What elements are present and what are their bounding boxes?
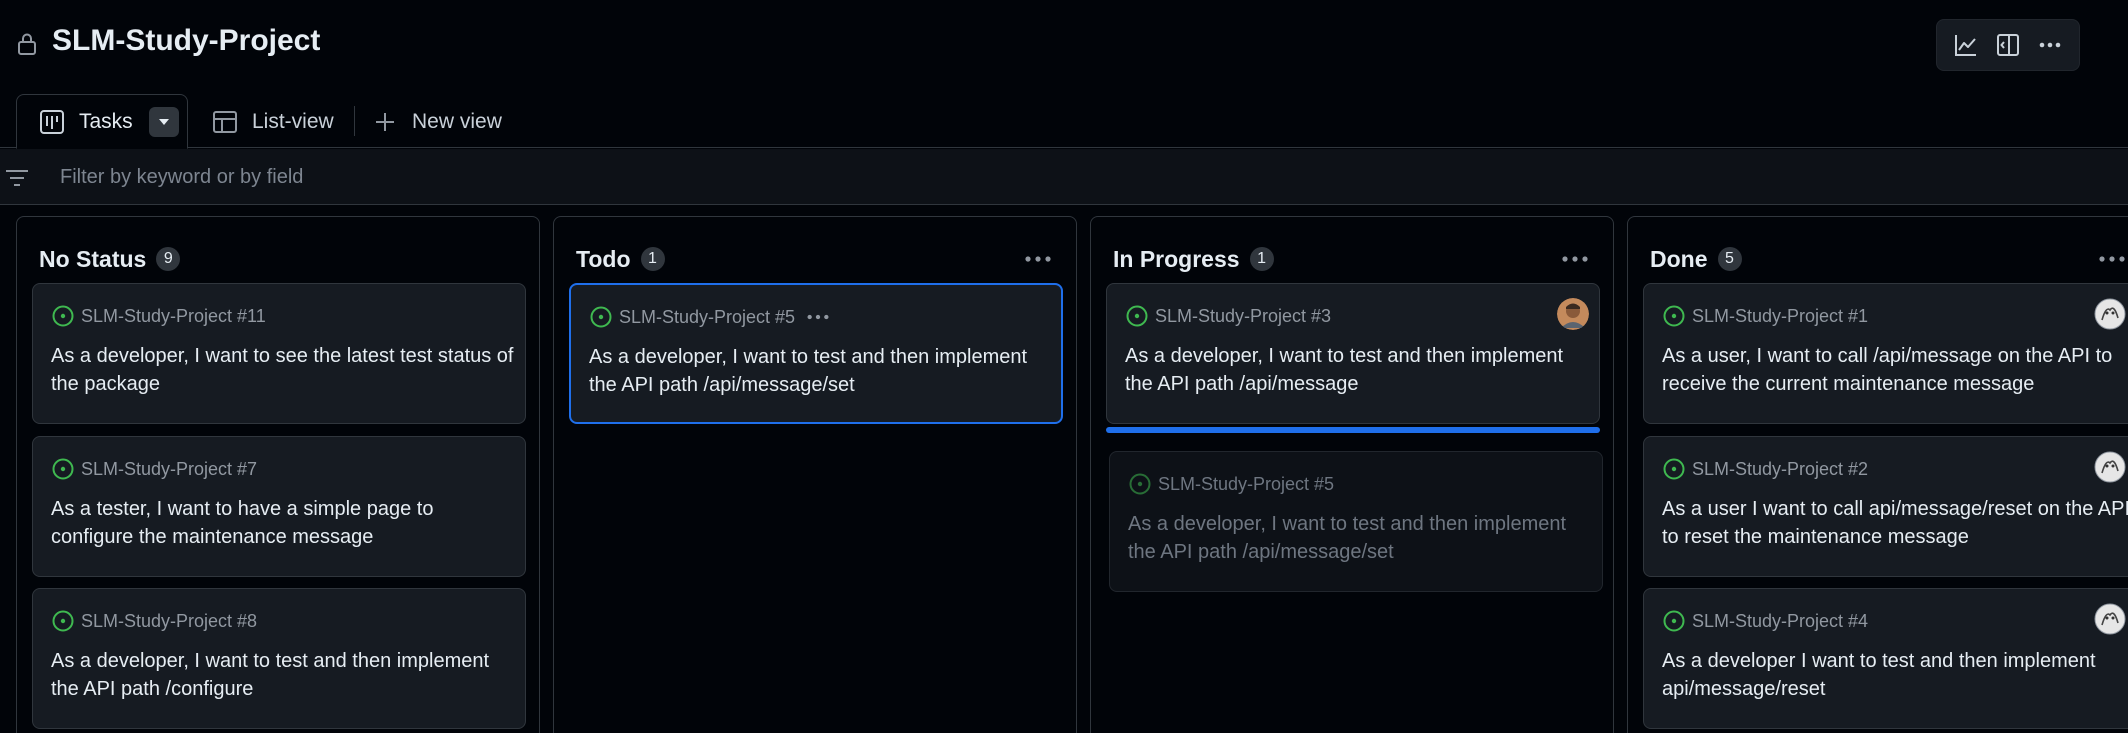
card-reference[interactable]: SLM-Study-Project #2: [1692, 457, 1868, 481]
card-menu-icon[interactable]: [803, 305, 833, 329]
tab-list-view[interactable]: List-view: [212, 94, 334, 149]
column-count-badge: 1: [1249, 247, 1274, 271]
table-icon: [212, 109, 238, 135]
card-reference[interactable]: SLM-Study-Project #11: [81, 304, 266, 328]
tab-tasks[interactable]: Tasks: [16, 94, 188, 149]
column-header: Done 5: [1650, 241, 2128, 277]
dragged-card-preview: SLM-Study-Project #5 As a developer, I w…: [1109, 451, 1603, 592]
open-issue-icon: [51, 304, 75, 328]
board-card[interactable]: SLM-Study-Project #3 As a developer, I w…: [1106, 283, 1600, 424]
column-menu-icon[interactable]: [2094, 245, 2128, 273]
filter-bar: [0, 149, 2128, 205]
column-menu-icon[interactable]: [1557, 245, 1593, 273]
tab-tasks-label: Tasks: [79, 109, 133, 133]
project-header: SLM-Study-Project: [0, 0, 2128, 90]
open-issue-icon: [1128, 472, 1152, 496]
side-panel-button[interactable]: [1990, 27, 2026, 63]
card-title[interactable]: As a developer I want to test and then i…: [1662, 647, 2128, 703]
column-header: Todo 1: [576, 241, 1056, 277]
more-options-icon: [2039, 42, 2061, 48]
card-reference[interactable]: SLM-Study-Project #4: [1692, 609, 1868, 633]
open-issue-icon: [51, 457, 75, 481]
column-title: Todo: [576, 245, 631, 272]
side-panel-icon: [1997, 34, 2019, 56]
column-count-badge: 1: [640, 247, 665, 271]
board-card[interactable]: SLM-Study-Project #7 As a tester, I want…: [32, 436, 526, 577]
column-count-badge: 5: [1717, 247, 1742, 271]
card-reference[interactable]: SLM-Study-Project #5: [619, 305, 795, 329]
card-title[interactable]: As a tester, I want to have a simple pag…: [51, 495, 521, 551]
lock-icon: [18, 33, 36, 55]
board-icon: [39, 109, 65, 135]
project-title: SLM-Study-Project: [52, 24, 321, 57]
column-menu-icon[interactable]: [1020, 245, 1056, 273]
project-board: SLM-Study-Project Tasks List-view New vi…: [0, 0, 2128, 733]
assignee-avatar[interactable]: [1557, 298, 1589, 330]
filter-input[interactable]: [60, 159, 1960, 195]
card-title[interactable]: As a user, I want to call /api/message o…: [1662, 342, 2128, 398]
caret-down-icon: [158, 118, 169, 125]
open-issue-icon: [1125, 304, 1149, 328]
insights-icon: [1955, 35, 1976, 56]
open-issue-icon: [1662, 304, 1686, 328]
card-title[interactable]: As a developer, I want to test and then …: [1125, 342, 1595, 398]
new-view-button[interactable]: New view: [372, 94, 502, 149]
card-title[interactable]: As a user I want to call api/message/res…: [1662, 495, 2128, 551]
open-issue-icon: [589, 305, 613, 329]
tab-list-view-label: List-view: [252, 109, 334, 133]
open-issue-icon: [51, 609, 75, 633]
card-reference[interactable]: SLM-Study-Project #3: [1155, 304, 1331, 328]
drop-indicator: [1106, 427, 1600, 433]
insights-button[interactable]: [1948, 27, 1984, 63]
filter-icon: [6, 170, 28, 186]
assignee-avatar[interactable]: [2094, 298, 2126, 330]
card-title[interactable]: As a developer, I want to test and then …: [589, 343, 1059, 399]
assignee-avatar[interactable]: [2094, 603, 2126, 635]
board-card[interactable]: SLM-Study-Project #4 As a developer I wa…: [1643, 588, 2128, 729]
board-card[interactable]: SLM-Study-Project #2 As a user I want to…: [1643, 436, 2128, 577]
column-no-status: No Status 9 SLM-Study-Project #11 As a d…: [16, 216, 540, 733]
plus-icon: [372, 109, 398, 135]
card-title[interactable]: As a developer, I want to see the latest…: [51, 342, 521, 398]
column-title: No Status: [39, 245, 147, 272]
board-card[interactable]: SLM-Study-Project #1 As a user, I want t…: [1643, 283, 2128, 424]
board-card-selected[interactable]: SLM-Study-Project #5 As a developer, I w…: [569, 283, 1063, 424]
card-reference: SLM-Study-Project #5: [1158, 474, 1335, 494]
column-todo: Todo 1 SLM-Study-Project #5 As a develop…: [553, 216, 1077, 733]
column-in-progress: In Progress 1 SLM-Study-Project #3 As a …: [1090, 216, 1614, 733]
card-title[interactable]: As a developer, I want to test and then …: [51, 647, 521, 703]
assignee-avatar[interactable]: [2094, 451, 2126, 483]
column-header: In Progress 1: [1113, 241, 1593, 277]
header-toolbar: [1936, 19, 2080, 71]
card-reference[interactable]: SLM-Study-Project #7: [81, 457, 257, 481]
column-header: No Status 9: [39, 241, 519, 277]
more-options-button[interactable]: [2032, 27, 2068, 63]
card-title: As a developer, I want to test and then …: [1128, 513, 1567, 563]
open-issue-icon: [1662, 457, 1686, 481]
board-card[interactable]: SLM-Study-Project #11 As a developer, I …: [32, 283, 526, 424]
tab-divider: [354, 106, 355, 136]
column-done: Done 5 SLM-Study-Project #1 As a user, I…: [1627, 216, 2128, 733]
column-title: Done: [1650, 245, 1708, 272]
open-issue-icon: [1662, 609, 1686, 633]
column-count-badge: 9: [156, 247, 181, 271]
card-reference[interactable]: SLM-Study-Project #1: [1692, 304, 1868, 328]
board-card[interactable]: SLM-Study-Project #8 As a developer, I w…: [32, 588, 526, 729]
view-tabs: Tasks List-view New view: [0, 94, 2128, 149]
new-view-label: New view: [412, 109, 502, 133]
column-title: In Progress: [1113, 245, 1240, 272]
tab-options-button[interactable]: [148, 106, 179, 137]
card-reference[interactable]: SLM-Study-Project #8: [81, 609, 257, 633]
